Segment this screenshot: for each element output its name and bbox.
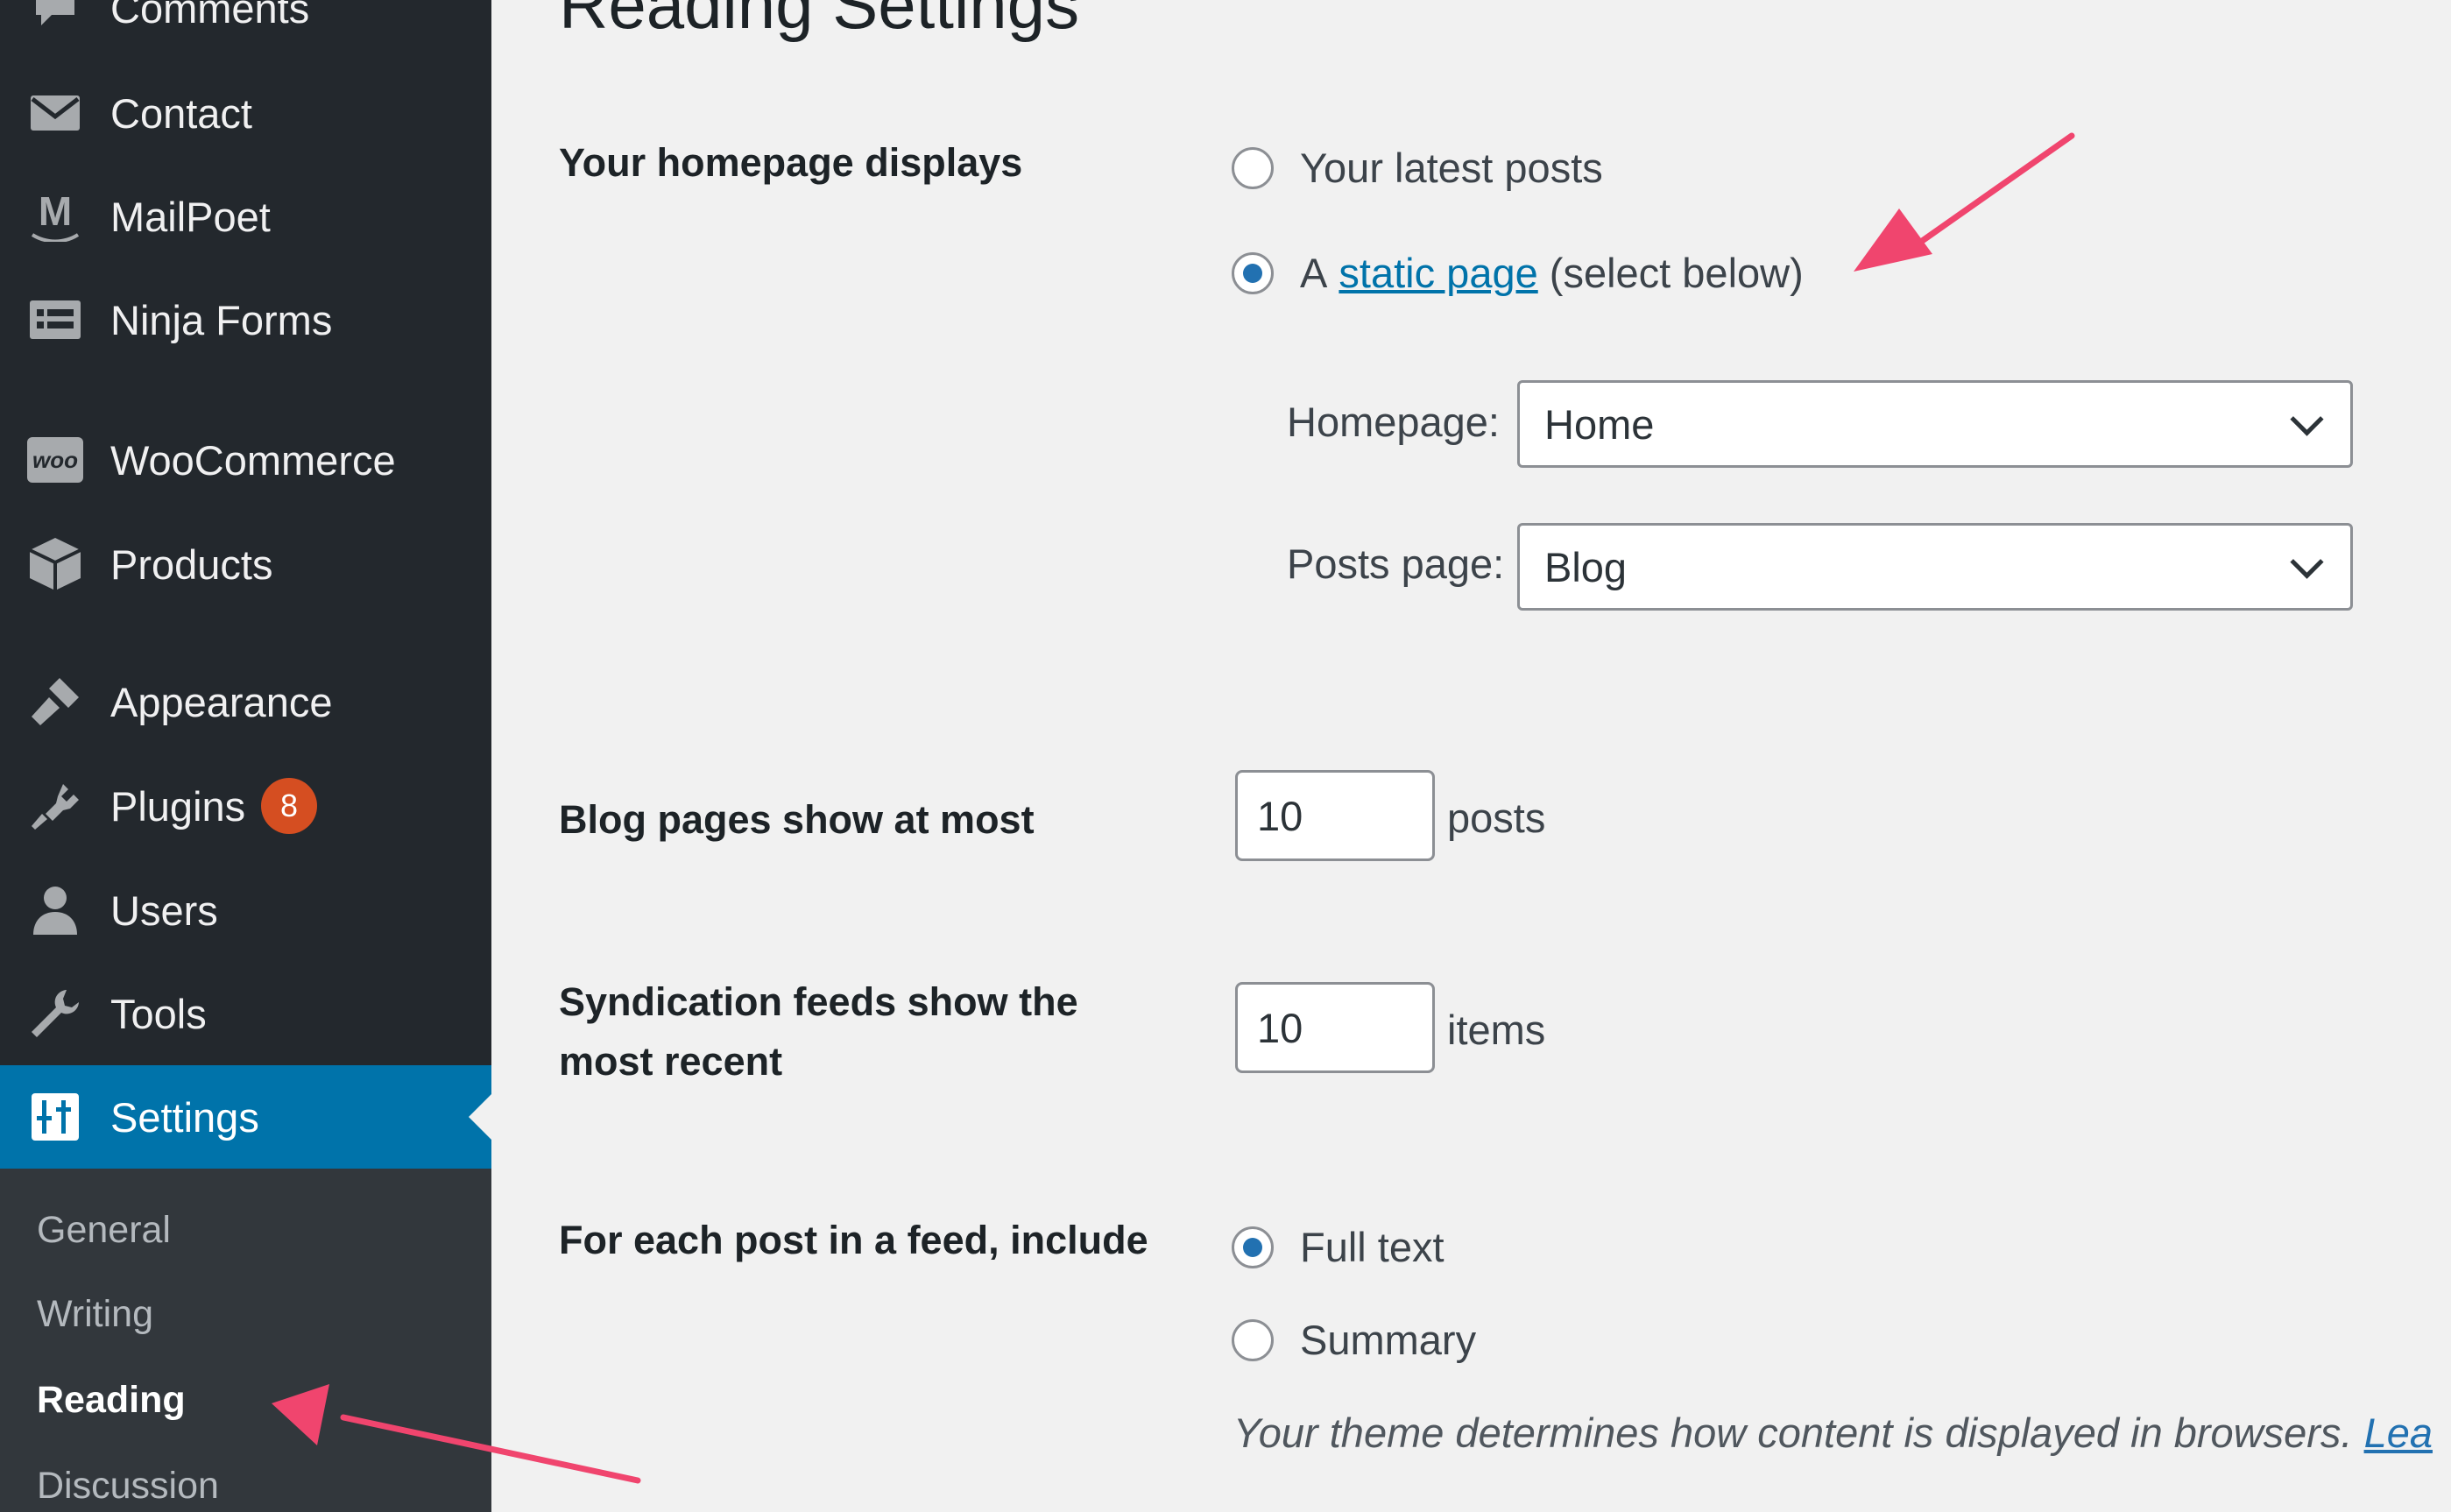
annotation-arrow-static-page bbox=[1854, 132, 2075, 272]
annotation-arrow-reading bbox=[272, 1384, 641, 1484]
annotation-arrows bbox=[272, 132, 2075, 1484]
